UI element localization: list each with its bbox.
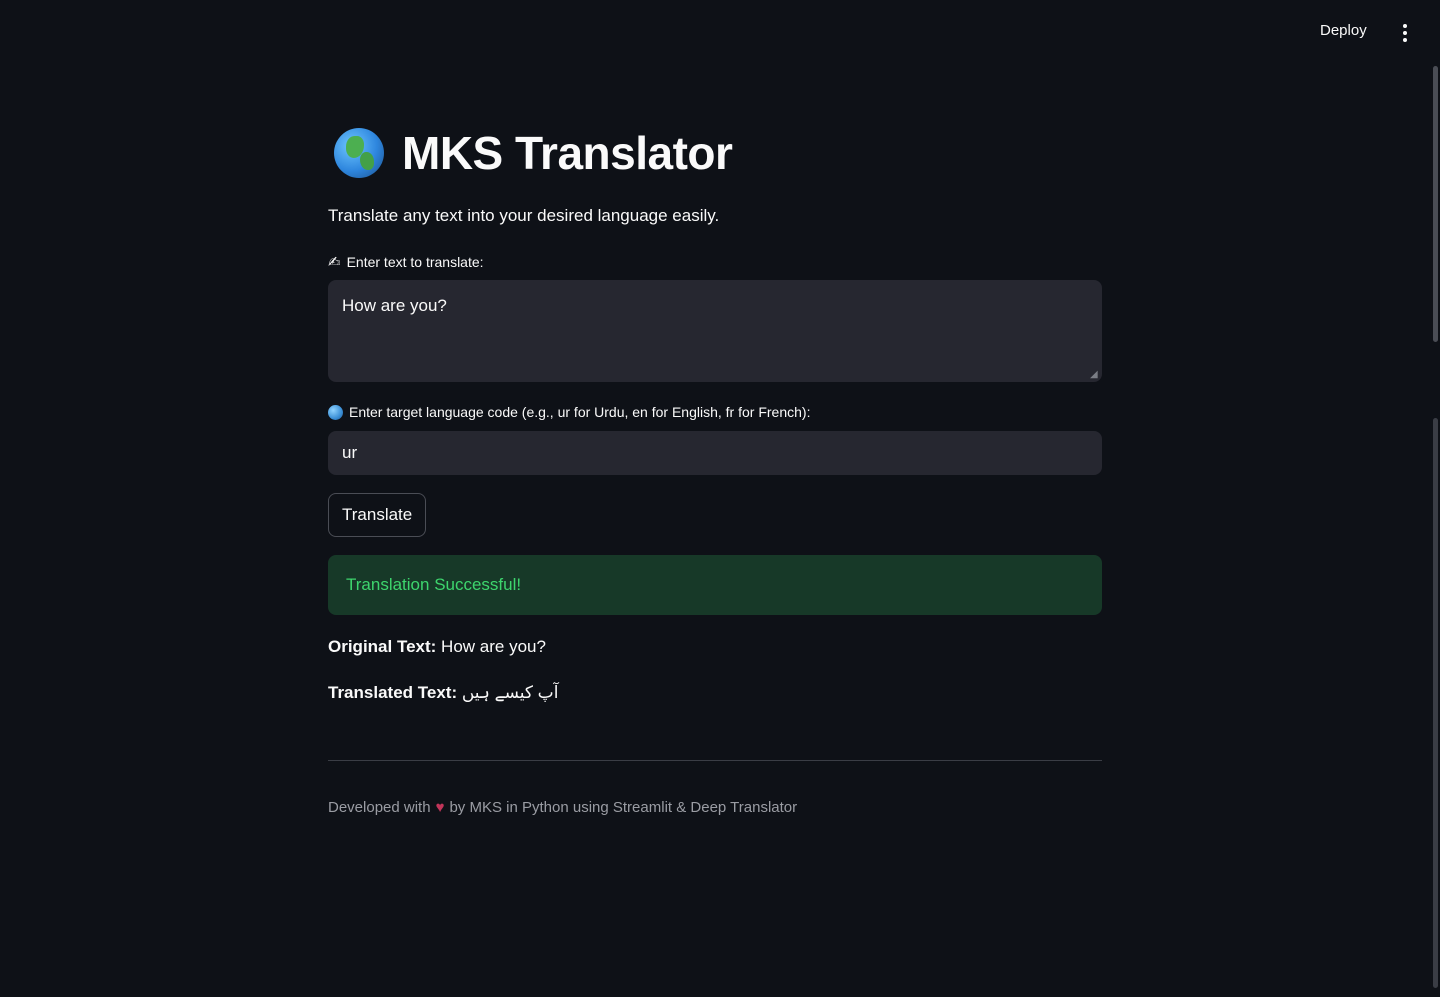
original-text-line: Original Text: How are you?: [328, 637, 546, 657]
title-row: MKS Translator: [334, 126, 733, 180]
translate-button[interactable]: Translate: [328, 493, 427, 537]
footer: Developed with ♥ by MKS in Python using …: [328, 799, 797, 816]
globe-icon: [334, 128, 384, 178]
original-text-value: How are you?: [441, 637, 546, 656]
footer-suffix: by MKS in Python using Streamlit & Deep …: [449, 799, 798, 816]
text-to-translate-field[interactable]: How are you?: [328, 280, 1102, 382]
resize-handle-icon[interactable]: ◢: [1090, 370, 1100, 380]
app-header: Deploy: [0, 0, 1440, 60]
footer-prefix: Developed with: [328, 799, 431, 816]
divider: [328, 760, 1102, 761]
heart-icon: ♥: [435, 799, 445, 816]
deploy-button[interactable]: Deploy: [1320, 22, 1367, 39]
page-subtitle: Translate any text into your desired lan…: [328, 206, 720, 225]
language-code-label: Enter target language code (e.g., ur for…: [328, 404, 810, 420]
language-code-label-text: Enter target language code (e.g., ur for…: [349, 404, 811, 420]
success-message: Translation Successful!: [346, 575, 522, 594]
translated-text-label: Translated Text:: [328, 683, 458, 702]
globe-icon: [328, 404, 343, 420]
success-alert: Translation Successful!: [328, 555, 1102, 615]
text-input-label: ✍ Enter text to translate:: [328, 253, 484, 271]
writing-hand-icon: ✍: [328, 254, 341, 271]
scrollbar-track[interactable]: [1433, 418, 1438, 988]
original-text-label: Original Text:: [328, 637, 437, 656]
language-code-input[interactable]: ur: [328, 431, 1102, 475]
scrollbar-thumb[interactable]: [1433, 66, 1438, 342]
translated-text-value: آپ کیسے ہیں: [461, 683, 559, 702]
scrollbar[interactable]: [1430, 0, 1440, 997]
page-title: MKS Translator: [402, 127, 733, 179]
translated-text-line: Translated Text: آپ کیسے ہیں: [328, 682, 558, 703]
text-input-label-text: Enter text to translate:: [346, 254, 484, 270]
kebab-menu-icon[interactable]: [1394, 22, 1416, 44]
